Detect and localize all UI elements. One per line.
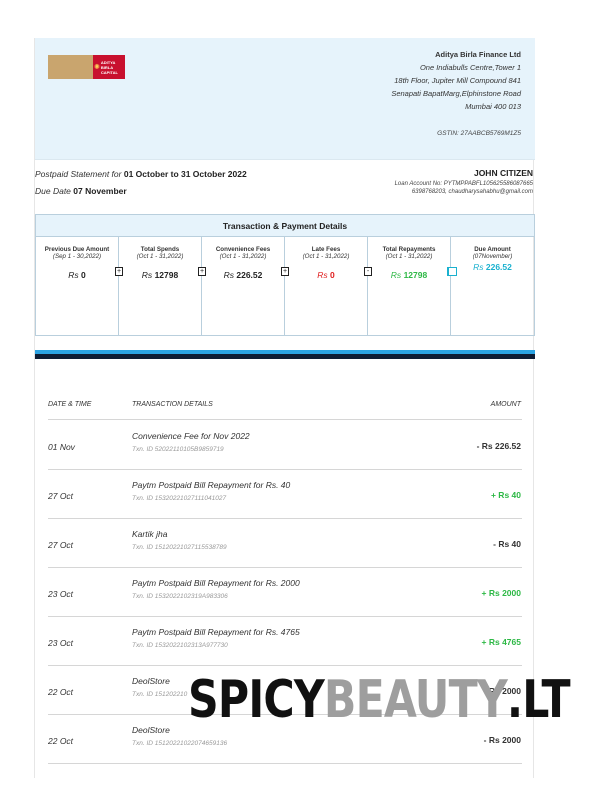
row-date: 01 Nov [48,442,75,452]
total-repayments-value: Rs 12798 [390,270,428,280]
table-row: 01 Nov Convenience Fee for Nov 2022 Txn.… [48,421,522,470]
row-date: 23 Oct [48,638,74,648]
summary-total-repayments: - Total Repayments (Oct 1 - 31,2022) Rs … [364,237,451,335]
row-amount: - Rs 2000 [483,735,521,745]
statement-header: ✺ ADITYA BIRLA CAPITAL Aditya Birla Fina… [35,38,535,160]
row-date: 27 Oct [48,540,74,550]
table-row: 27 Oct Kartik jha Txn. ID 15120221027115… [48,519,522,568]
table-header: DATE & TIME TRANSACTION DETAILS AMOUNT [48,400,522,420]
total-spends-value: Rs 12798 [141,270,179,280]
summary-late-fees: + Late Fees (Oct 1 - 31,2022) Rs 0 [281,237,368,335]
row-date: 23 Oct [48,589,74,599]
row-date: 22 Oct [48,736,74,746]
row-txn-id: Txn. ID 52022110105B9859719 [132,446,224,453]
gstin: GSTIN: 27AABCB5769M1Z5 [437,130,521,137]
row-txn-id: Txn. ID 1532022102313A977730 [132,642,228,649]
due-date-label: Due Date [35,186,71,196]
period-label: Postpaid Statement for [35,169,122,179]
summary-previous-due: Previous Due Amount (Sep 1 - 30,2022) Rs… [36,237,119,335]
customer-name: JOHN CITIZEN [473,168,533,178]
row-description: DeolStore [132,725,170,735]
row-amount: + Rs 2000 [481,588,521,598]
table-row: 27 Oct Paytm Postpaid Bill Repayment for… [48,470,522,519]
row-description: Paytm Postpaid Bill Repayment for Rs. 40 [132,480,291,490]
customer-contact: 6398768203, chaudharysahabhu@gmail.com [411,189,533,195]
column-header: TRANSACTION DETAILS [132,401,213,408]
address-line: Senapati BapatMarg,Elphinstone Road [391,89,521,98]
minus-icon: - [364,267,372,276]
customer-info: JOHN CITIZEN Loan Account No: PYTMPPABFL… [395,166,533,196]
row-txn-id: Txn. ID 15320221027111041027 [132,495,227,502]
plus-icon: + [198,267,206,276]
row-description: Paytm Postpaid Bill Repayment for Rs. 20… [132,578,300,588]
table-row: 23 Oct Paytm Postpaid Bill Repayment for… [48,568,522,617]
row-amount: - Rs 226.52 [476,441,521,451]
row-description: DeolStore [132,676,170,686]
row-amount: + Rs 4765 [481,637,521,647]
plus-icon: + [281,267,289,276]
divider-stripe [35,354,535,359]
due-amount-value: Rs 226.52 [473,262,512,272]
sun-logo-icon: ✺ [94,63,100,71]
row-txn-id: Txn. ID 15120221022074659136 [132,740,228,747]
aditya-birla-capital-logo: ✺ ADITYA BIRLA CAPITAL [48,55,125,79]
loan-account-number: Loan Account No: PYTMPPABFL1056255860876… [394,181,533,187]
address-line: Mumbai 400 013 [465,102,521,111]
company-name: Aditya Birla Finance Ltd [435,50,521,59]
row-amount: - Rs 40 [493,539,521,549]
row-description: Paytm Postpaid Bill Repayment for Rs. 47… [132,627,300,637]
row-date: 22 Oct [48,687,74,697]
previous-due-value: Rs 0 [68,270,86,280]
address-line: 18th Floor, Jupiter Mill Compound 841 [394,76,521,85]
due-date: 07 November [73,186,127,196]
summary-due-amount: Due Amount (07November) Rs 226.52 [447,237,534,335]
column-header: DATE & TIME [48,401,92,408]
statement-period: 01 October to 31 October 2022 [123,169,247,179]
summary-convenience-fees: + Convenience Fees (Oct 1 - 31,2022) Rs … [198,237,285,335]
equals-icon [447,267,457,276]
transaction-summary-box: Transaction & Payment Details Previous D… [35,214,535,336]
row-date: 27 Oct [48,491,74,501]
statement-info: Postpaid Statement for 01 October to 31 … [35,166,247,200]
plus-icon: + [115,267,123,276]
address-line: One Indiabulls Centre,Tower 1 [419,63,521,72]
row-txn-id: Txn. ID 15120221027115538789 [132,544,227,551]
late-fees-value: Rs 0 [317,270,335,280]
row-description: Kartik jha [132,529,168,539]
row-description: Convenience Fee for Nov 2022 [132,431,250,441]
column-header: AMOUNT [490,401,521,408]
row-txn-id: Txn. ID 151202210 [132,691,188,698]
summary-title: Transaction & Payment Details [36,215,534,237]
company-address: Aditya Birla Finance Ltd One Indiabulls … [391,48,521,113]
convenience-fees-value: Rs 226.52 [223,270,263,280]
watermark: SPICY BEAUTY .LT [188,670,571,730]
summary-total-spends: + Total Spends (Oct 1 - 31,2022) Rs 1279… [115,237,202,335]
row-amount: + Rs 40 [490,490,521,500]
table-row: 23 Oct Paytm Postpaid Bill Repayment for… [48,617,522,666]
row-txn-id: Txn. ID 1532022102319A983306 [132,593,228,600]
